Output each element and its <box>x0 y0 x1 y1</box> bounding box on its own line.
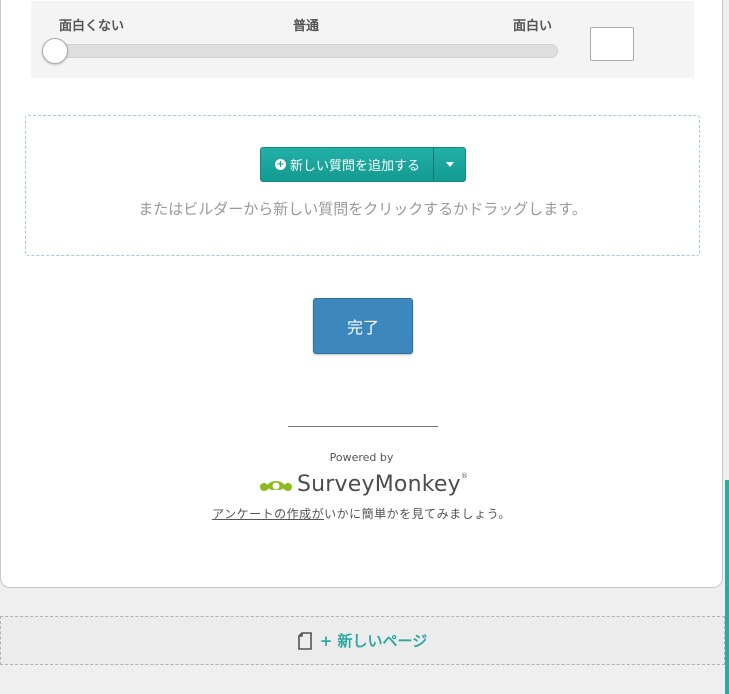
survey-page-card <box>0 0 723 588</box>
slider-label-mid: 普通 <box>293 19 320 34</box>
done-button[interactable]: 完了 <box>313 298 413 354</box>
add-question-hint: またはビルダーから新しい質問をクリックするかドラッグします。 <box>138 200 587 218</box>
surveymonkey-logo[interactable]: SurveyMonkey® <box>259 469 468 499</box>
slider-label-high: 面白い <box>513 19 553 34</box>
slider-question-panel: 面白くない 普通 面白い <box>31 1 694 78</box>
add-question-dropdown-toggle[interactable] <box>433 148 465 181</box>
caret-down-icon <box>445 162 454 167</box>
slider-label-low: 面白くない <box>59 19 125 34</box>
create-survey-link[interactable]: アンケートの作成が <box>212 507 324 521</box>
create-survey-rest: いかに簡単かを見てみましょう。 <box>324 507 511 521</box>
new-page-label: + 新しいページ <box>319 632 428 650</box>
surveymonkey-wordmark: SurveyMonkey® <box>297 472 468 497</box>
surveymonkey-logo-icon <box>260 481 292 493</box>
add-question-button-group: + 新しい質問を追加する <box>260 147 467 182</box>
slider-track[interactable] <box>44 44 558 58</box>
document-icon <box>297 631 312 650</box>
add-question-button[interactable]: + 新しい質問を追加する <box>261 148 433 181</box>
slider-value-input[interactable] <box>590 27 634 61</box>
add-question-dropzone[interactable]: + 新しい質問を追加する またはビルダーから新しい質問をクリックするかドラッグし… <box>25 115 700 256</box>
brand-name: SurveyMonkey <box>297 471 461 497</box>
slider-thumb[interactable] <box>42 38 68 64</box>
scrollbar-accent[interactable] <box>725 480 729 694</box>
add-question-label: 新しい質問を追加する <box>290 159 421 174</box>
footer-divider <box>288 426 438 427</box>
registered-mark: ® <box>460 471 469 480</box>
new-page-button[interactable]: + 新しいページ <box>0 616 725 665</box>
powered-by-text: Powered by <box>329 451 394 464</box>
create-survey-line: アンケートの作成がいかに簡単かを見てみましょう。 <box>0 505 723 522</box>
plus-circle-icon: + <box>275 159 286 170</box>
